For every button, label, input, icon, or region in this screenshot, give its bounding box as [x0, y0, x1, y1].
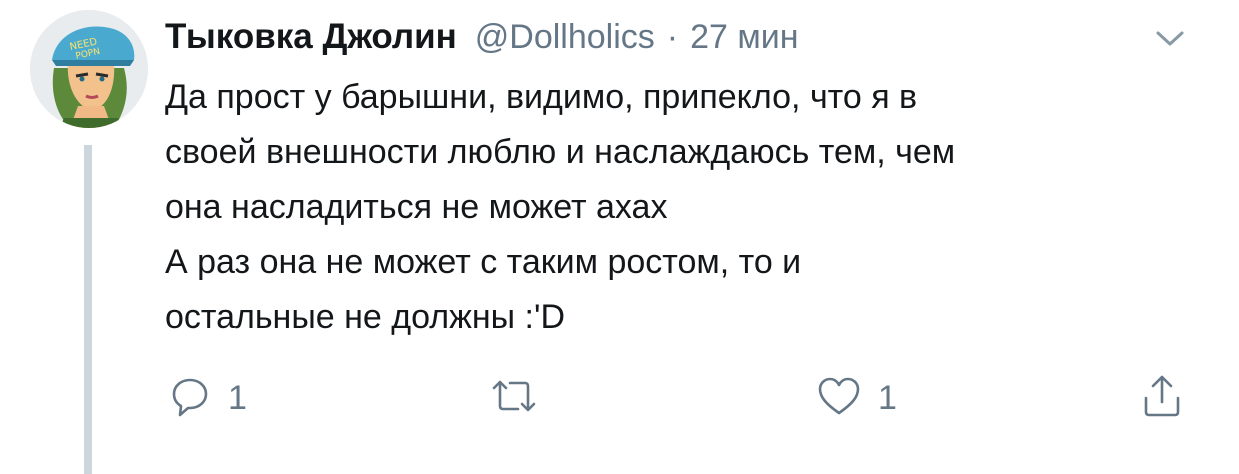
avatar[interactable]: NEED POPN — [30, 10, 148, 128]
separator-dot: · — [666, 17, 679, 56]
reply-button[interactable]: 1 — [168, 368, 247, 428]
reply-count: 1 — [228, 378, 247, 417]
chevron-down-icon[interactable] — [1152, 24, 1188, 52]
tweet-header: Тыковка Джолин @Dollholics · 27 мин — [165, 12, 799, 62]
avatar-jolyne-icon: NEED POPN — [30, 10, 148, 128]
tweet-text-line: она насладиться не может ахах — [165, 188, 668, 226]
tweet-text-line: остальные не должны :'D — [165, 298, 565, 336]
heart-icon — [816, 374, 862, 423]
display-name[interactable]: Тыковка Джолин — [165, 17, 457, 57]
like-button[interactable]: 1 — [816, 368, 897, 428]
share-icon — [1140, 372, 1184, 425]
retweet-button[interactable] — [488, 368, 556, 428]
like-count: 1 — [878, 378, 897, 417]
tweet-actions: 1 1 — [0, 368, 1239, 428]
retweet-icon — [488, 374, 540, 423]
tweet-text-line: своей внешности люблю и наслаждаюсь тем,… — [165, 133, 956, 171]
tweet-text: Да прост у барышни, видимо, припекло, чт… — [165, 70, 1215, 345]
tweet-text-line: А раз она не может с таким ростом, то и — [165, 243, 802, 281]
share-button[interactable] — [1140, 368, 1184, 428]
tweet-text-line: Да прост у барышни, видимо, припекло, чт… — [165, 78, 918, 116]
timestamp[interactable]: 27 мин — [690, 18, 798, 57]
reply-icon — [168, 374, 212, 423]
user-handle[interactable]: @Dollholics — [475, 18, 655, 57]
